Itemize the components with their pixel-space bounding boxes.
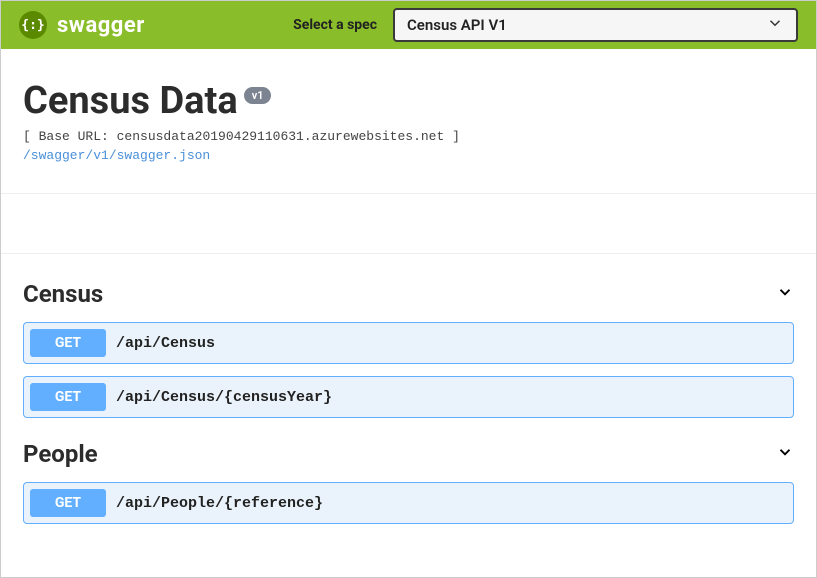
operation-path: /api/Census [116,335,215,352]
operation-get-census-year[interactable]: GET /api/Census/{censusYear} [23,376,794,418]
method-badge: GET [30,383,106,411]
tag-census[interactable]: Census [23,270,794,322]
chevron-down-icon [776,283,794,305]
api-title: Census Data [23,79,238,123]
tag-people[interactable]: People [23,430,794,482]
operation-path: /api/People/{reference} [116,495,323,512]
method-badge: GET [30,489,106,517]
chevron-down-icon [766,14,784,36]
api-info: Census Data v1 [ Base URL: censusdata201… [1,49,816,194]
swagger-logo-text: swagger [57,13,145,38]
operation-get-census[interactable]: GET /api/Census [23,322,794,364]
select-spec-label: Select a spec [293,17,377,33]
swagger-logo-icon: {:} [19,11,47,39]
base-url: [ Base URL: censusdata20190429110631.azu… [23,129,794,144]
swagger-json-link[interactable]: /swagger/v1/swagger.json [23,148,210,163]
info-gap [1,194,816,254]
spec-select-value: Census API V1 [407,16,507,34]
operation-path: /api/Census/{censusYear} [116,389,332,406]
operation-get-people-reference[interactable]: GET /api/People/{reference} [23,482,794,524]
topbar: {:} swagger Select a spec Census API V1 [1,1,816,49]
tag-label: Census [23,280,103,308]
api-version-badge: v1 [244,87,272,104]
operations-container: Census GET /api/Census GET /api/Census/{… [1,254,816,552]
spec-select[interactable]: Census API V1 [393,8,798,42]
tag-label: People [23,440,98,468]
method-badge: GET [30,329,106,357]
chevron-down-icon [776,443,794,465]
